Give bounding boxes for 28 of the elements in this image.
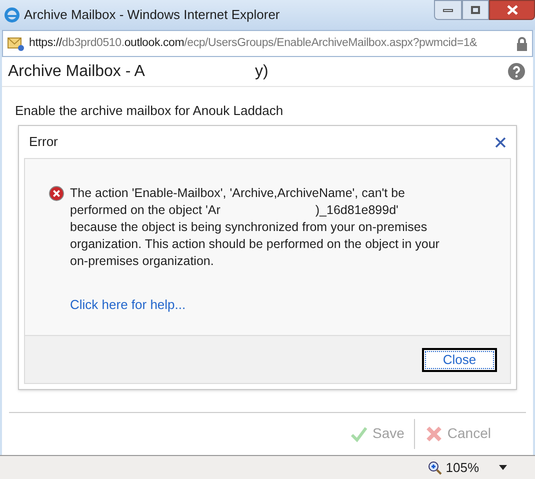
maximize-button[interactable] <box>462 0 489 20</box>
intro-text: Enable the archive mailbox for Anouk Laddach <box>15 103 284 118</box>
caret-icon[interactable] <box>499 465 507 470</box>
page-title: y) <box>254 62 268 82</box>
error-message-line: The action 'Enable-Mailbox', 'Archive,ArchiveName', can't be <box>70 185 406 202</box>
help-icon[interactable] <box>508 63 525 80</box>
close-icon[interactable] <box>495 136 506 148</box>
window-title: Archive Mailbox - Windows Internet Explorer <box>24 6 280 24</box>
error-message-line: because the object is being synchronized from your on-premises <box>70 219 428 236</box>
envelope-icon <box>7 36 25 52</box>
error-message-line: organization. This action should be performed on the object in your <box>70 236 440 253</box>
close-button[interactable]: Close <box>422 348 497 372</box>
dialog-title: Error <box>29 133 58 152</box>
check-icon <box>350 424 368 442</box>
error-message-line: performed on the object 'Ar <box>70 202 220 219</box>
cross-icon <box>425 424 444 442</box>
lock-icon <box>516 36 528 50</box>
close-button[interactable] <box>489 0 535 20</box>
minimize-button[interactable] <box>434 0 462 20</box>
help-link[interactable]: Click here for help... <box>70 295 490 314</box>
error-message-line: on-premises organization. <box>70 253 214 270</box>
page-title: Archive Mailbox - A <box>8 62 145 82</box>
zoom-level[interactable]: 105% <box>446 458 479 478</box>
zoom-icon <box>428 460 442 474</box>
browser-logo-icon <box>4 7 20 23</box>
error-icon <box>49 186 64 201</box>
error-message-line: )_16d81e899d' <box>315 202 398 219</box>
close-icon <box>506 5 518 15</box>
